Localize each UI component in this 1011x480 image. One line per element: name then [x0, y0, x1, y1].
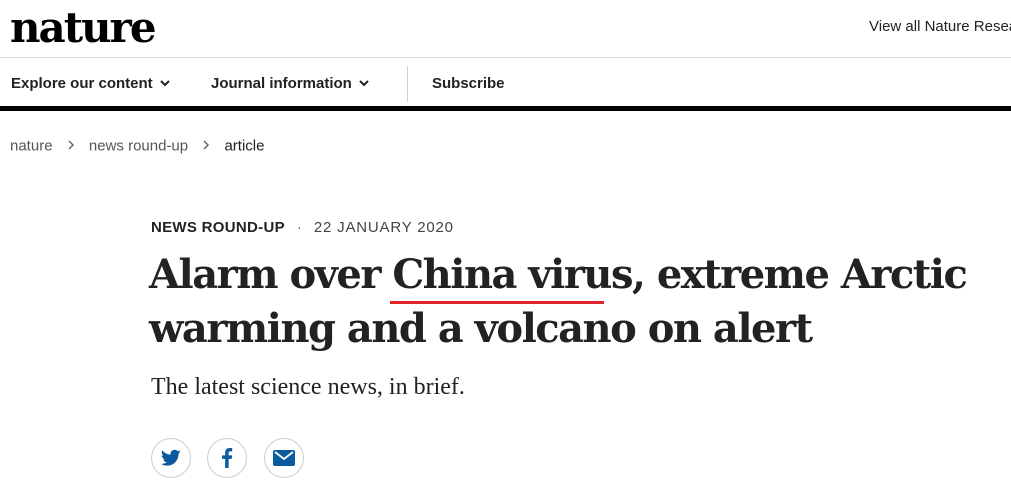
nav-journal-label: Journal information	[211, 75, 352, 92]
main-nav: Explore our content Journal information …	[0, 66, 1011, 102]
twitter-icon	[161, 449, 181, 466]
nav-explore-content[interactable]: Explore our content	[11, 66, 171, 102]
email-icon	[273, 450, 295, 466]
breadcrumb-nature[interactable]: nature	[10, 138, 53, 155]
nav-rule	[0, 106, 1011, 111]
article-date: 22 JANUARY 2020	[313, 219, 454, 236]
chevron-right-icon	[68, 140, 74, 150]
breadcrumb: nature news round-up article	[10, 137, 264, 155]
nav-subscribe[interactable]: Subscribe	[432, 66, 505, 102]
article-type[interactable]: NEWS ROUND-UP	[151, 219, 285, 236]
nav-journal-information[interactable]: Journal information	[211, 66, 370, 102]
share-twitter-button[interactable]	[151, 438, 191, 478]
share-facebook-button[interactable]	[207, 438, 247, 478]
article-standfirst: The latest science news, in brief.	[151, 374, 465, 400]
share-email-button[interactable]	[264, 438, 304, 478]
header-divider	[0, 57, 1011, 58]
article-meta: NEWS ROUND-UP · 22 JANUARY 2020	[151, 219, 454, 236]
nav-separator	[407, 66, 408, 102]
meta-separator: ·	[296, 219, 302, 236]
breadcrumb-news-round-up[interactable]: news round-up	[89, 138, 188, 155]
breadcrumb-article: article	[224, 137, 265, 155]
chevron-down-icon	[159, 80, 170, 87]
chevron-right-icon	[203, 140, 210, 150]
facebook-icon	[222, 448, 233, 468]
title-highlight-underline	[390, 301, 604, 304]
view-all-journals-link[interactable]: View all Nature Research journals	[869, 18, 1011, 35]
chevron-down-icon	[359, 80, 369, 87]
nav-explore-label: Explore our content	[11, 75, 153, 92]
nature-logo[interactable]: nature	[10, 2, 157, 54]
site-header: nature View all Nature Research journals	[0, 0, 1011, 60]
